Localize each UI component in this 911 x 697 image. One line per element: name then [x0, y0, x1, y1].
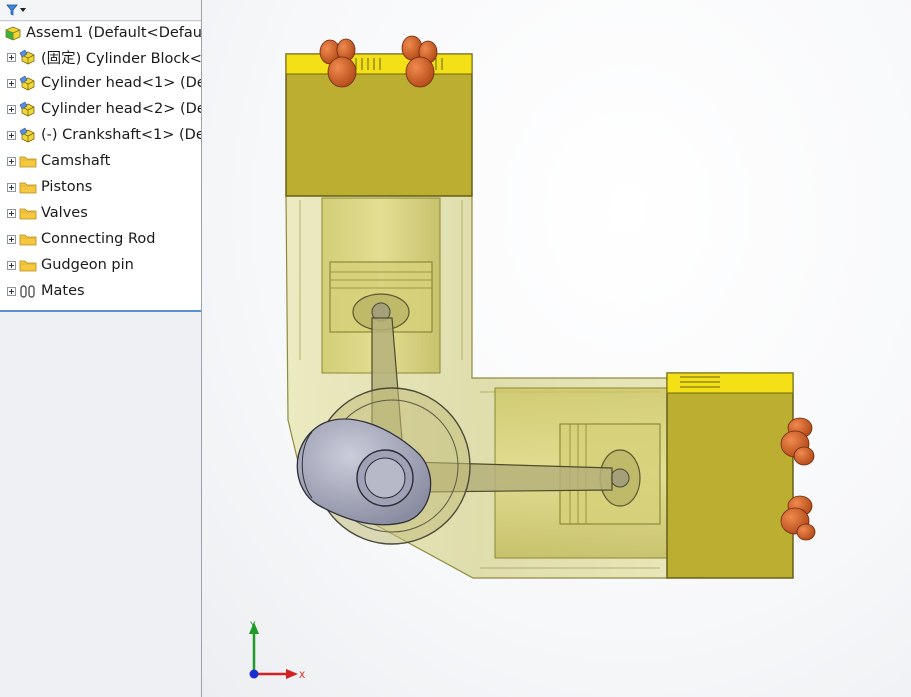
tree-item[interactable]: (-) Crankshaft<1> (De	[0, 122, 201, 148]
filter-button[interactable]	[6, 2, 34, 17]
tree-toolbar	[0, 0, 201, 21]
mates-icon	[20, 285, 35, 298]
tree-item-label: Cylinder head<1> (De	[41, 75, 201, 91]
tree-items: (固定) Cylinder Block< Cylinder head<1> (De…	[0, 44, 201, 304]
tree-item[interactable]: Cylinder head<2> (De	[0, 96, 201, 122]
tree-item-label: Camshaft	[41, 153, 111, 169]
cylinder-head-right[interactable]	[666, 372, 794, 579]
part-icon	[19, 101, 35, 117]
tree-item[interactable]: (固定) Cylinder Block<	[0, 44, 201, 70]
tree-item[interactable]: Cylinder head<1> (De	[0, 70, 201, 96]
triad-x-label: X	[299, 671, 305, 681]
feature-manager-panel: Assem1 (Default<Defau (固定) Cylinder Bloc…	[0, 0, 202, 697]
cylinder-head-top[interactable]	[285, 53, 473, 197]
expand-toggle[interactable]	[7, 208, 16, 218]
folder-icon	[19, 260, 37, 272]
triad-y-label: Y	[249, 621, 256, 631]
expand-toggle[interactable]	[7, 260, 16, 270]
tree-item-label: Gudgeon pin	[41, 257, 134, 273]
engine-assembly-model[interactable]	[202, 0, 911, 697]
expand-toggle[interactable]	[7, 104, 16, 114]
folder-icon	[19, 182, 37, 194]
reference-triad: Y X	[249, 621, 305, 681]
tree-item-label: Mates	[41, 283, 85, 299]
tree-item[interactable]: Connecting Rod	[0, 226, 201, 252]
part-icon	[19, 127, 35, 143]
expand-toggle[interactable]	[7, 286, 16, 296]
tree-item-label: Cylinder head<2> (De	[41, 101, 201, 117]
chevron-down-icon	[20, 7, 26, 12]
solidworks-window: Assem1 (Default<Defau (固定) Cylinder Bloc…	[0, 0, 911, 697]
assembly-icon	[5, 26, 21, 41]
tree-item-label: Assem1 (Default<Defau	[26, 25, 201, 41]
part-icon	[19, 49, 35, 65]
tree-item[interactable]: Mates	[0, 278, 201, 304]
tree-item-label: Pistons	[41, 179, 93, 195]
part-icon	[19, 75, 35, 91]
tree-item[interactable]: Pistons	[0, 174, 201, 200]
tree-item[interactable]: Gudgeon pin	[0, 252, 201, 278]
folder-icon	[19, 156, 37, 168]
folder-icon	[19, 208, 37, 220]
expand-toggle[interactable]	[7, 234, 16, 244]
graphics-viewport[interactable]: Y X	[202, 0, 911, 697]
expand-toggle[interactable]	[7, 156, 16, 166]
feature-tree: Assem1 (Default<Defau (固定) Cylinder Bloc…	[0, 22, 201, 312]
tree-item-label: (-) Crankshaft<1> (De	[41, 127, 201, 143]
expand-toggle[interactable]	[7, 52, 16, 62]
expand-toggle[interactable]	[7, 78, 16, 88]
tree-item-root-assembly[interactable]: Assem1 (Default<Defau	[0, 22, 201, 44]
expand-toggle[interactable]	[7, 182, 16, 192]
tree-item-label: Connecting Rod	[41, 231, 156, 247]
tree-item-label: (固定) Cylinder Block<	[41, 50, 201, 67]
tree-item[interactable]: Camshaft	[0, 148, 201, 174]
expand-toggle[interactable]	[7, 130, 16, 140]
tree-item-label: Valves	[41, 205, 88, 221]
tree-item[interactable]: Valves	[0, 200, 201, 226]
folder-icon	[19, 234, 37, 246]
filter-icon	[6, 4, 18, 16]
